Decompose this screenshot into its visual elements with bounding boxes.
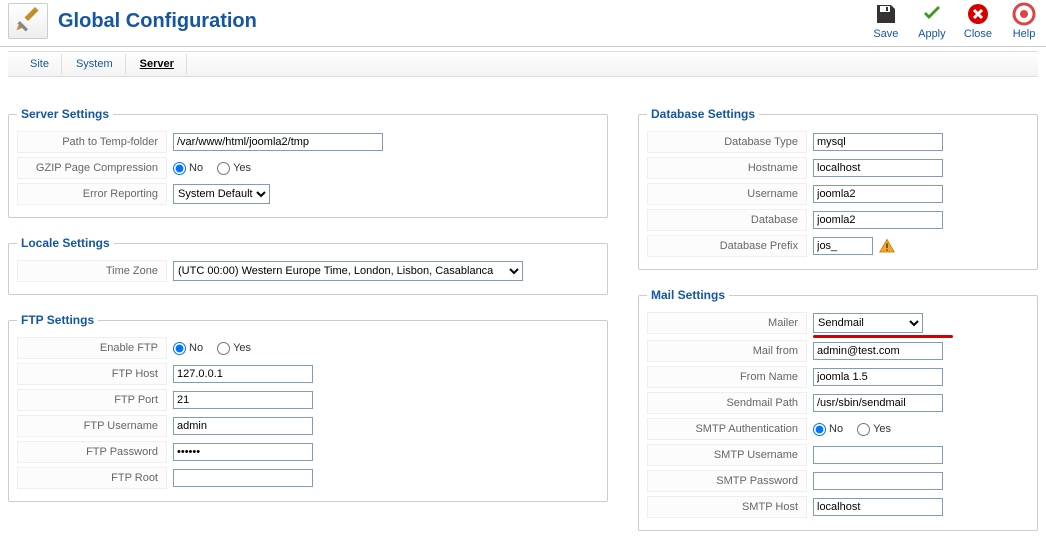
ftp-pass-label: FTP Password: [17, 441, 167, 463]
db-db-input[interactable]: [813, 211, 943, 229]
ftp-settings-legend: FTP Settings: [17, 313, 98, 327]
gzip-yes-label: Yes: [233, 162, 251, 174]
smtpuser-label: SMTP Username: [647, 444, 807, 466]
ftp-no-label: No: [189, 342, 203, 354]
right-column: Database Settings Database Type Hostname…: [638, 107, 1038, 549]
tab-system[interactable]: System: [64, 54, 126, 74]
smtpauth-no-radio[interactable]: [813, 423, 826, 436]
smtpauth-no-label: No: [829, 423, 843, 435]
error-select[interactable]: System Default: [173, 184, 270, 204]
mailfrom-input[interactable]: [813, 342, 943, 360]
gzip-no-label: No: [189, 162, 203, 174]
save-icon: [872, 2, 900, 26]
db-db-label: Database: [647, 209, 807, 231]
smtphost-input[interactable]: [813, 498, 943, 516]
smtpauth-yes-label: Yes: [873, 423, 891, 435]
db-settings-fieldset: Database Settings Database Type Hostname…: [638, 107, 1038, 270]
toolbar: Save Apply Close Help: [872, 2, 1038, 40]
mailer-label: Mailer: [647, 312, 807, 334]
tz-label: Time Zone: [17, 260, 167, 282]
ftp-host-input[interactable]: [173, 365, 313, 383]
locale-settings-fieldset: Locale Settings Time Zone (UTC 00:00) We…: [8, 236, 608, 295]
ftp-no-radio[interactable]: [173, 342, 186, 355]
content-area: Server Settings Path to Temp-folder GZIP…: [0, 77, 1046, 557]
smtpauth-label: SMTP Authentication: [647, 418, 807, 440]
mail-settings-legend: Mail Settings: [647, 288, 729, 302]
ftp-user-label: FTP Username: [17, 415, 167, 437]
help-icon: [1010, 2, 1038, 26]
ftp-port-label: FTP Port: [17, 389, 167, 411]
ftp-port-input[interactable]: [173, 391, 313, 409]
ftp-host-label: FTP Host: [17, 363, 167, 385]
close-label: Close: [964, 28, 992, 40]
db-type-input[interactable]: [813, 133, 943, 151]
apply-button[interactable]: Apply: [918, 2, 946, 40]
fromname-label: From Name: [647, 366, 807, 388]
smtppass-input[interactable]: [813, 472, 943, 490]
db-prefix-input[interactable]: [813, 237, 873, 255]
ftp-settings-fieldset: FTP Settings Enable FTP No Yes FTP Host …: [8, 313, 608, 502]
smtpuser-input[interactable]: [813, 446, 943, 464]
mail-settings-fieldset: Mail Settings Mailer Sendmail Mail from …: [638, 288, 1038, 531]
db-host-label: Hostname: [647, 157, 807, 179]
mailer-select[interactable]: Sendmail: [813, 313, 923, 333]
path-label: Path to Temp-folder: [17, 131, 167, 153]
ftp-yes-radio[interactable]: [217, 342, 230, 355]
gzip-no-radio[interactable]: [173, 162, 186, 175]
locale-settings-legend: Locale Settings: [17, 236, 114, 250]
help-button[interactable]: Help: [1010, 2, 1038, 40]
ftp-enable-label: Enable FTP: [17, 337, 167, 359]
header-bar: Global Configuration Save Apply Close He…: [0, 0, 1046, 47]
fromname-input[interactable]: [813, 368, 943, 386]
tabs-bar: Site System Server: [8, 51, 1038, 77]
smtppass-label: SMTP Password: [647, 470, 807, 492]
tab-site[interactable]: Site: [18, 54, 62, 74]
gzip-label: GZIP Page Compression: [17, 157, 167, 179]
left-column: Server Settings Path to Temp-folder GZIP…: [8, 107, 608, 549]
header-left: Global Configuration: [8, 3, 257, 39]
db-settings-legend: Database Settings: [647, 107, 759, 121]
error-label: Error Reporting: [17, 183, 167, 205]
ftp-pass-input[interactable]: [173, 443, 313, 461]
db-user-input[interactable]: [813, 185, 943, 203]
smtpauth-yes-radio[interactable]: [857, 423, 870, 436]
page-title: Global Configuration: [58, 10, 257, 33]
server-settings-legend: Server Settings: [17, 107, 113, 121]
tab-server[interactable]: Server: [128, 54, 187, 74]
db-user-label: Username: [647, 183, 807, 205]
config-icon: [8, 3, 48, 39]
path-input[interactable]: [173, 133, 383, 151]
server-settings-fieldset: Server Settings Path to Temp-folder GZIP…: [8, 107, 608, 218]
db-prefix-label: Database Prefix: [647, 235, 807, 257]
help-label: Help: [1013, 28, 1036, 40]
close-icon: [964, 2, 992, 26]
save-label: Save: [873, 28, 898, 40]
sendmail-label: Sendmail Path: [647, 392, 807, 414]
close-button[interactable]: Close: [964, 2, 992, 40]
ftp-root-label: FTP Root: [17, 467, 167, 489]
ftp-root-input[interactable]: [173, 469, 313, 487]
warning-icon: [879, 238, 895, 254]
tz-select[interactable]: (UTC 00:00) Western Europe Time, London,…: [173, 261, 523, 281]
mailfrom-label: Mail from: [647, 340, 807, 362]
apply-label: Apply: [918, 28, 946, 40]
apply-icon: [918, 2, 946, 26]
smtphost-label: SMTP Host: [647, 496, 807, 518]
db-host-input[interactable]: [813, 159, 943, 177]
sendmail-input[interactable]: [813, 394, 943, 412]
ftp-yes-label: Yes: [233, 342, 251, 354]
db-type-label: Database Type: [647, 131, 807, 153]
save-button[interactable]: Save: [872, 2, 900, 40]
gzip-yes-radio[interactable]: [217, 162, 230, 175]
ftp-user-input[interactable]: [173, 417, 313, 435]
